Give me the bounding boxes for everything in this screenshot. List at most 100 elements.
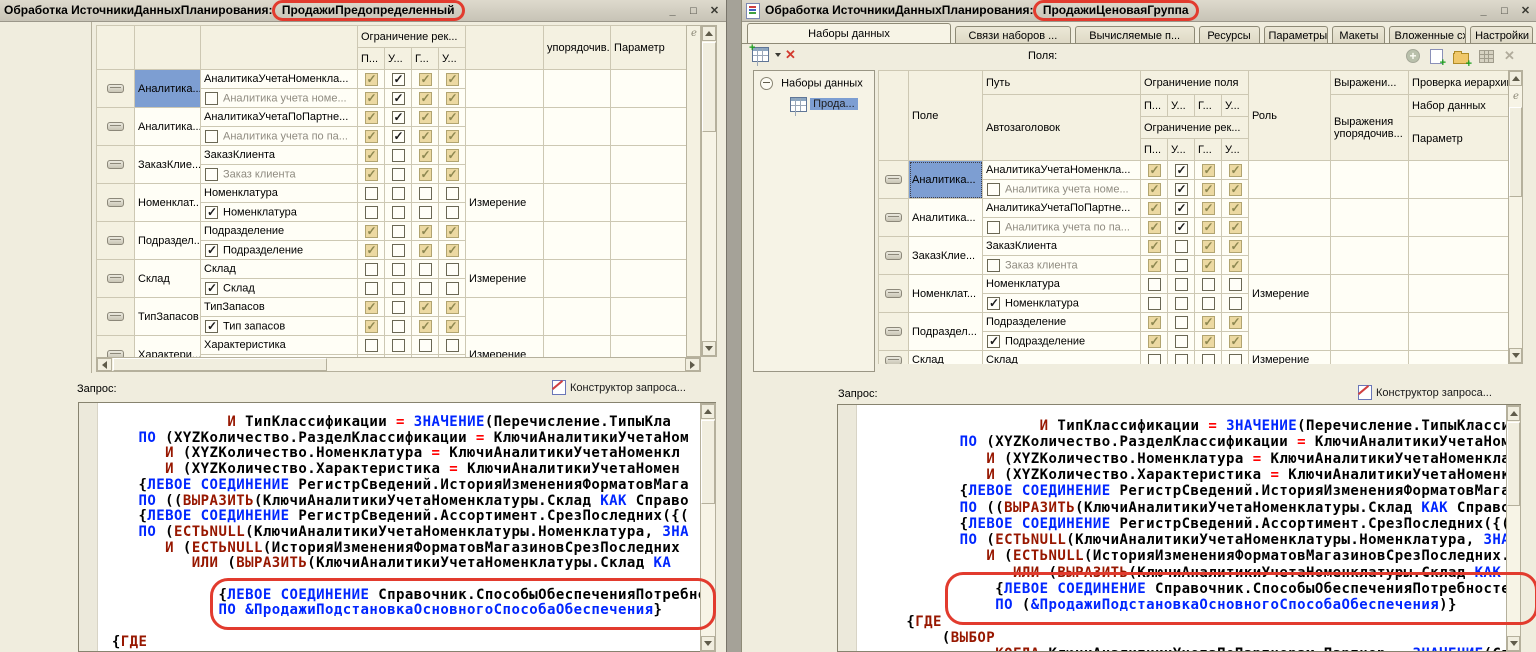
restriction-cell[interactable] — [412, 108, 439, 127]
restriction-cell[interactable] — [358, 127, 385, 146]
restriction-cell[interactable] — [358, 241, 385, 260]
checkbox[interactable] — [419, 225, 432, 238]
field-cell[interactable]: ТипЗапасов — [135, 298, 201, 336]
tab-4[interactable]: Ресурсы — [1199, 26, 1260, 44]
path-cell[interactable]: Номенклатура — [983, 275, 1141, 294]
row-drag-handle[interactable] — [107, 160, 124, 169]
role-cell[interactable] — [466, 298, 544, 336]
parameter-cell[interactable] — [611, 336, 686, 358]
restriction-cell[interactable] — [1195, 351, 1222, 365]
checkbox[interactable] — [1202, 297, 1215, 310]
scroll-down-button[interactable] — [1509, 348, 1522, 363]
expression-cell[interactable] — [1331, 313, 1409, 351]
left-query-vscrollbar[interactable] — [700, 403, 716, 652]
checkbox[interactable] — [1229, 278, 1242, 291]
checkbox[interactable] — [392, 111, 405, 124]
restriction-cell[interactable] — [1222, 275, 1249, 294]
restriction-cell[interactable] — [1195, 256, 1222, 275]
checkbox[interactable] — [446, 301, 459, 314]
checkbox[interactable] — [446, 149, 459, 162]
tree-dataset-item[interactable]: Прода... — [790, 97, 858, 112]
path-cell[interactable]: АналитикаУчетаНоменкла... — [201, 70, 358, 89]
checkbox[interactable] — [1202, 335, 1215, 348]
checkbox[interactable] — [1175, 240, 1188, 253]
path-cell[interactable]: АналитикаУчетаПоПартне... — [983, 199, 1141, 218]
field-cell[interactable]: Склад — [135, 260, 201, 298]
restriction-cell[interactable] — [1168, 351, 1195, 365]
restriction-cell[interactable] — [358, 146, 385, 165]
restriction-cell[interactable] — [1222, 256, 1249, 275]
expression-cell[interactable] — [544, 108, 611, 146]
checkbox[interactable] — [1229, 221, 1242, 234]
restriction-cell[interactable] — [412, 89, 439, 108]
parameter-cell[interactable] — [1409, 199, 1508, 237]
checkbox[interactable] — [392, 225, 405, 238]
subpath-cell[interactable]: Тип запасов — [201, 317, 358, 336]
left-window-titlebar[interactable]: Обработка ИсточникиДанныхПланирования: П… — [0, 0, 726, 22]
row-drag-handle[interactable] — [107, 312, 124, 321]
restriction-cell[interactable] — [358, 317, 385, 336]
checkbox[interactable] — [392, 320, 405, 333]
restriction-cell[interactable] — [412, 279, 439, 298]
field-cell[interactable]: Номенклат... — [135, 184, 201, 222]
checkbox[interactable] — [1202, 183, 1215, 196]
restriction-cell[interactable] — [1222, 180, 1249, 199]
checkbox[interactable] — [1148, 183, 1161, 196]
subpath-cell[interactable]: Аналитика учета номе... — [201, 89, 358, 108]
checkbox[interactable] — [392, 187, 405, 200]
restriction-cell[interactable] — [385, 70, 412, 89]
subpath-cell[interactable]: Подразделение — [201, 241, 358, 260]
checkbox[interactable] — [1229, 202, 1242, 215]
restriction-cell[interactable] — [1195, 275, 1222, 294]
parameter-cell[interactable] — [611, 260, 686, 298]
restriction-cell[interactable] — [1168, 161, 1195, 180]
restriction-cell[interactable] — [385, 165, 412, 184]
field-cell[interactable]: Подраздел... — [135, 222, 201, 260]
checkbox[interactable] — [365, 111, 378, 124]
restriction-cell[interactable] — [439, 336, 466, 355]
checkbox[interactable] — [1175, 259, 1188, 272]
restriction-cell[interactable] — [412, 146, 439, 165]
restriction-cell[interactable] — [1222, 332, 1249, 351]
checkbox[interactable] — [446, 168, 459, 181]
checkbox[interactable] — [1202, 259, 1215, 272]
checkbox[interactable] — [365, 301, 378, 314]
scroll-down-button[interactable] — [1507, 636, 1520, 651]
scroll-up-button[interactable] — [1507, 406, 1520, 421]
role-cell[interactable] — [466, 222, 544, 260]
checkbox[interactable] — [1229, 164, 1242, 177]
minimize-button[interactable]: _ — [1476, 4, 1491, 18]
restriction-cell[interactable] — [412, 127, 439, 146]
tab-5[interactable]: Параметры — [1264, 26, 1329, 44]
checkbox[interactable] — [365, 263, 378, 276]
checkbox[interactable] — [365, 187, 378, 200]
checkbox[interactable] — [1175, 278, 1188, 291]
restriction-cell[interactable] — [1195, 199, 1222, 218]
restriction-cell[interactable] — [385, 108, 412, 127]
checkbox[interactable] — [365, 168, 378, 181]
field-cell[interactable]: Характери... — [135, 336, 201, 358]
field-cell[interactable]: Склад — [909, 351, 983, 365]
checkbox[interactable] — [1148, 202, 1161, 215]
checkbox[interactable] — [365, 244, 378, 257]
field-cell[interactable]: ЗаказКлие... — [909, 237, 983, 275]
copy-field-icon[interactable]: + — [1430, 49, 1443, 64]
expression-cell[interactable] — [544, 222, 611, 260]
checkbox[interactable] — [205, 244, 218, 257]
checkbox[interactable] — [1148, 240, 1161, 253]
subpath-cell[interactable]: Аналитика учета номе... — [983, 180, 1141, 199]
role-cell[interactable] — [1249, 161, 1331, 199]
restriction-cell[interactable] — [358, 298, 385, 317]
restriction-cell[interactable] — [1168, 313, 1195, 332]
checkbox[interactable] — [1148, 164, 1161, 177]
restriction-cell[interactable] — [385, 260, 412, 279]
tab-8[interactable]: Настройки — [1470, 26, 1533, 44]
checkbox[interactable] — [1148, 221, 1161, 234]
parameter-cell[interactable] — [1409, 161, 1508, 199]
close-button[interactable]: ✕ — [1518, 4, 1533, 18]
scroll-up-button[interactable] — [702, 26, 716, 41]
checkbox[interactable] — [1229, 335, 1242, 348]
restriction-cell[interactable] — [385, 146, 412, 165]
restriction-cell[interactable] — [1168, 199, 1195, 218]
checkbox[interactable] — [1229, 316, 1242, 329]
